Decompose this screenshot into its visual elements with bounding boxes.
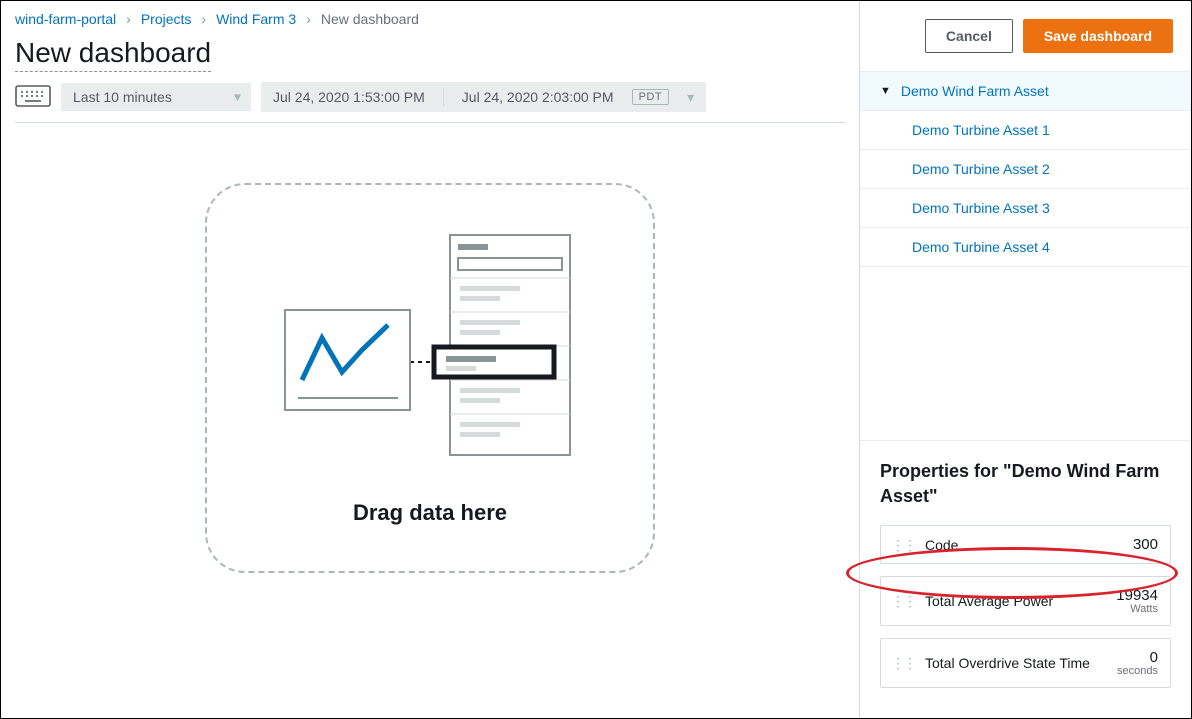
asset-tree-item[interactable]: Demo Turbine Asset 3 [860,189,1191,228]
property-name: Total Average Power [925,593,1106,609]
property-item-total-overdrive-state-time[interactable]: ⋮⋮ Total Overdrive State Time 0 seconds [880,638,1171,688]
chevron-right-icon: › [126,11,131,27]
asset-tree: ▼ Demo Wind Farm Asset Demo Turbine Asse… [860,72,1191,267]
breadcrumb: wind-farm-portal › Projects › Wind Farm … [15,11,845,27]
divider [15,122,845,123]
property-item-total-average-power[interactable]: ⋮⋮ Total Average Power 19934 Watts [880,576,1171,626]
time-end: Jul 24, 2020 2:03:00 PM [462,89,614,105]
time-start: Jul 24, 2020 1:53:00 PM [273,89,425,105]
property-unit: seconds [1117,665,1158,677]
property-value: 300 [1133,536,1158,553]
chevron-right-icon: › [306,11,311,27]
asset-tree-root[interactable]: ▼ Demo Wind Farm Asset [860,72,1191,111]
keyboard-icon[interactable] [15,85,51,110]
property-value: 19934 [1116,587,1158,604]
property-value: 0 [1150,649,1158,666]
property-unit: Watts [1116,603,1158,615]
property-name: Code [925,537,1123,553]
property-name: Total Overdrive State Time [925,655,1107,671]
properties-title: Properties for "Demo Wind Farm Asset" [880,459,1171,509]
save-dashboard-button[interactable]: Save dashboard [1023,19,1173,53]
drag-handle-icon: ⋮⋮ [891,660,915,666]
cancel-button[interactable]: Cancel [925,19,1013,53]
caret-down-icon: ▾ [234,89,241,106]
time-range-select[interactable]: Last 10 minutes ▾ [61,83,251,111]
drag-handle-icon: ⋮⋮ [891,542,915,548]
asset-tree-item[interactable]: Demo Turbine Asset 1 [860,111,1191,150]
asset-tree-item[interactable]: Demo Turbine Asset 4 [860,228,1191,267]
drop-zone-text: Drag data here [353,500,507,526]
breadcrumb-link-portal[interactable]: wind-farm-portal [15,11,116,27]
asset-tree-item[interactable]: Demo Turbine Asset 2 [860,150,1191,189]
breadcrumb-link-projects[interactable]: Projects [141,11,192,27]
caret-down-icon: ▾ [687,89,694,106]
drag-data-illustration-icon [280,230,580,460]
properties-panel: Properties for "Demo Wind Farm Asset" ⋮⋮… [860,441,1191,718]
drag-handle-icon: ⋮⋮ [891,598,915,604]
chevron-right-icon: › [201,11,206,27]
triangle-down-icon: ▼ [880,85,891,97]
time-range-pill[interactable]: Jul 24, 2020 1:53:00 PM Jul 24, 2020 2:0… [261,82,706,112]
breadcrumb-current: New dashboard [321,11,419,27]
breadcrumb-link-windfarm3[interactable]: Wind Farm 3 [216,11,296,27]
asset-tree-root-label: Demo Wind Farm Asset [901,83,1049,99]
page-title[interactable]: New dashboard [15,37,211,72]
drop-zone[interactable]: Drag data here [205,183,655,573]
divider [443,88,444,106]
timezone-badge: PDT [632,89,670,105]
property-item-code[interactable]: ⋮⋮ Code 300 [880,525,1171,564]
time-range-label: Last 10 minutes [73,89,172,105]
